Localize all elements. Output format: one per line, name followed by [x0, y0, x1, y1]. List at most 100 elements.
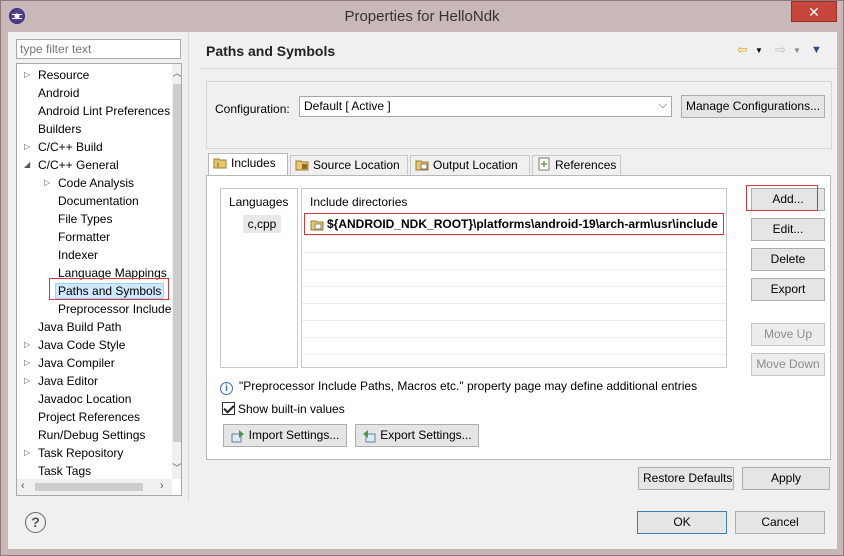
add-button[interactable]: Add... — [751, 188, 825, 211]
configuration-value: Default [ Active ] — [304, 99, 391, 113]
tree-item-label: Android Lint Preferences — [38, 104, 171, 118]
collapsed-arrow-icon[interactable]: ▷ — [44, 174, 52, 192]
tree-item[interactable]: ▷ Java Editor — [24, 372, 98, 390]
help-icon[interactable]: ? — [25, 512, 46, 533]
tree-item[interactable]: ◢ C/C++ General — [24, 156, 119, 174]
tree-item[interactable]: ▷ Task Repository — [24, 444, 124, 462]
move-down-button[interactable]: Move Down — [751, 353, 825, 376]
delete-button[interactable]: Delete — [751, 248, 825, 271]
tree-item-label: Resource — [38, 68, 90, 82]
back-arrow-icon[interactable]: ⇦ — [737, 42, 748, 58]
chevron-down-icon: ⌵ — [658, 99, 667, 111]
tree-item[interactable]: ▷ Code Analysis — [44, 174, 135, 192]
collapsed-arrow-icon[interactable]: ▷ — [24, 336, 32, 354]
import-icon — [231, 429, 244, 443]
tree-item[interactable]: Task Tags — [38, 462, 91, 480]
collapsed-arrow-icon[interactable]: ▷ — [24, 138, 32, 156]
move-up-button[interactable]: Move Up — [751, 323, 825, 346]
include-directories-table[interactable]: Include directories ${ANDROID_NDK_ROOT}\… — [301, 188, 727, 368]
tree-item[interactable]: Formatter — [58, 228, 110, 246]
show-builtin-checkbox[interactable]: Show built-in values — [222, 402, 345, 416]
tree-item[interactable]: Indexer — [58, 246, 98, 264]
ok-button[interactable]: OK — [637, 511, 727, 534]
scroll-left-icon[interactable]: ‹ — [21, 480, 25, 492]
restore-defaults-button[interactable]: Restore Defaults — [638, 467, 734, 490]
tree-item-label: Code Analysis — [58, 176, 135, 190]
property-tree: ▷ Resource Android Android Lint Preferences… — [16, 63, 182, 496]
source-folder-icon — [295, 160, 309, 171]
forward-arrow-icon[interactable]: ⇨ — [775, 42, 786, 58]
includes-folder-icon: i — [213, 158, 227, 169]
tab-includes[interactable]: i Includes — [208, 153, 288, 175]
tab-strip: i Includes Source Location Output Locatio… — [208, 153, 828, 175]
tab-references[interactable]: References — [532, 155, 621, 175]
filter-input[interactable] — [16, 39, 181, 59]
show-builtin-label: Show built-in values — [238, 402, 345, 416]
tree-item[interactable]: Paths and Symbols — [55, 282, 165, 300]
tree-item[interactable]: Android Lint Preferences — [38, 102, 170, 120]
configuration-select[interactable]: Default [ Active ] ⌵ — [299, 96, 672, 117]
tree-item-label: Paths and Symbols — [55, 283, 165, 299]
import-settings-button[interactable]: Import Settings... — [223, 424, 347, 447]
tree-item-label: Task Repository — [38, 446, 124, 460]
tab-source-location[interactable]: Source Location — [290, 155, 408, 175]
tree-item[interactable]: ▷ C/C++ Build — [24, 138, 103, 156]
output-folder-icon — [415, 160, 429, 171]
include-directory-row[interactable]: ${ANDROID_NDK_ROOT}\platforms\android-19… — [304, 213, 724, 235]
apply-button[interactable]: Apply — [742, 467, 830, 490]
back-menu-icon[interactable]: ▼ — [755, 46, 763, 55]
export-settings-icon — [363, 429, 376, 443]
collapsed-arrow-icon[interactable]: ▷ — [24, 354, 32, 372]
scroll-up-icon[interactable]: ︿ — [172, 66, 181, 80]
tree-item-label: Project References — [38, 410, 141, 424]
export-button[interactable]: Export — [751, 278, 825, 301]
tree-item[interactable]: File Types — [58, 210, 112, 228]
view-menu-icon[interactable]: ▼ — [811, 44, 822, 56]
tree-item[interactable]: Documentation — [58, 192, 139, 210]
tree-vertical-scrollbar[interactable]: ︿ ﹀ — [172, 64, 181, 479]
tab-includes-label: Includes — [231, 156, 276, 170]
tree-item[interactable]: Javadoc Location — [38, 390, 131, 408]
sash-divider[interactable] — [188, 32, 189, 502]
tree-item-label: Task Tags — [38, 464, 92, 478]
tree-scroll-thumb[interactable] — [173, 84, 181, 442]
forward-menu-icon[interactable]: ▼ — [793, 46, 801, 55]
collapsed-arrow-icon[interactable]: ▷ — [24, 444, 32, 462]
checkbox-checked-icon[interactable] — [222, 402, 235, 415]
tree-item[interactable]: ▷ Java Compiler — [24, 354, 115, 372]
tree-item[interactable]: Language Mappings — [58, 264, 167, 282]
tree-item-label: Preprocessor Include Paths — [58, 302, 181, 316]
tree-item[interactable]: Preprocessor Include Paths — [58, 300, 181, 318]
tree-hscroll-thumb[interactable] — [35, 483, 143, 491]
collapsed-arrow-icon[interactable]: ▷ — [24, 66, 32, 84]
manage-configurations-button[interactable]: Manage Configurations... — [681, 95, 825, 118]
svg-text:i: i — [217, 161, 219, 169]
info-text: "Preprocessor Include Paths, Macros etc.… — [239, 379, 698, 393]
info-message: i "Preprocessor Include Paths, Macros etc… — [220, 379, 697, 395]
tree-item-label: C/C++ General — [38, 158, 119, 172]
language-row[interactable]: c,cpp — [243, 215, 281, 233]
tree-item[interactable]: ▷ Java Code Style — [24, 336, 125, 354]
close-button[interactable]: ✕ — [791, 1, 837, 22]
cancel-button[interactable]: Cancel — [735, 511, 825, 534]
tree-item[interactable]: Run/Debug Settings — [38, 426, 145, 444]
tree-item-label: C/C++ Build — [38, 140, 103, 154]
languages-table[interactable]: Languages c,cpp — [220, 188, 298, 368]
tree-item[interactable]: Project References — [38, 408, 140, 426]
tree-horizontal-scrollbar[interactable]: ‹ › — [17, 479, 172, 495]
tree-item[interactable]: Android — [38, 84, 79, 102]
export-settings-button[interactable]: Export Settings... — [355, 424, 479, 447]
expanded-arrow-icon[interactable]: ◢ — [24, 156, 32, 174]
tree-item[interactable]: Java Build Path — [38, 318, 121, 336]
edit-button[interactable]: Edit... — [751, 218, 825, 241]
scroll-down-icon[interactable]: ﹀ — [172, 461, 181, 475]
tab-output-location[interactable]: Output Location — [410, 155, 530, 175]
scroll-right-icon[interactable]: › — [160, 480, 164, 492]
tab-source-location-label: Source Location — [313, 158, 400, 172]
collapsed-arrow-icon[interactable]: ▷ — [24, 372, 32, 390]
tab-references-label: References — [555, 158, 617, 172]
tree-item[interactable]: ▷ Resource — [24, 66, 90, 84]
includes-tab-content: Languages c,cpp Include directories ${AN… — [206, 175, 831, 460]
tree-item[interactable]: Builders — [38, 120, 81, 138]
title-bar[interactable]: Properties for HelloNdk ✕ — [1, 1, 843, 32]
